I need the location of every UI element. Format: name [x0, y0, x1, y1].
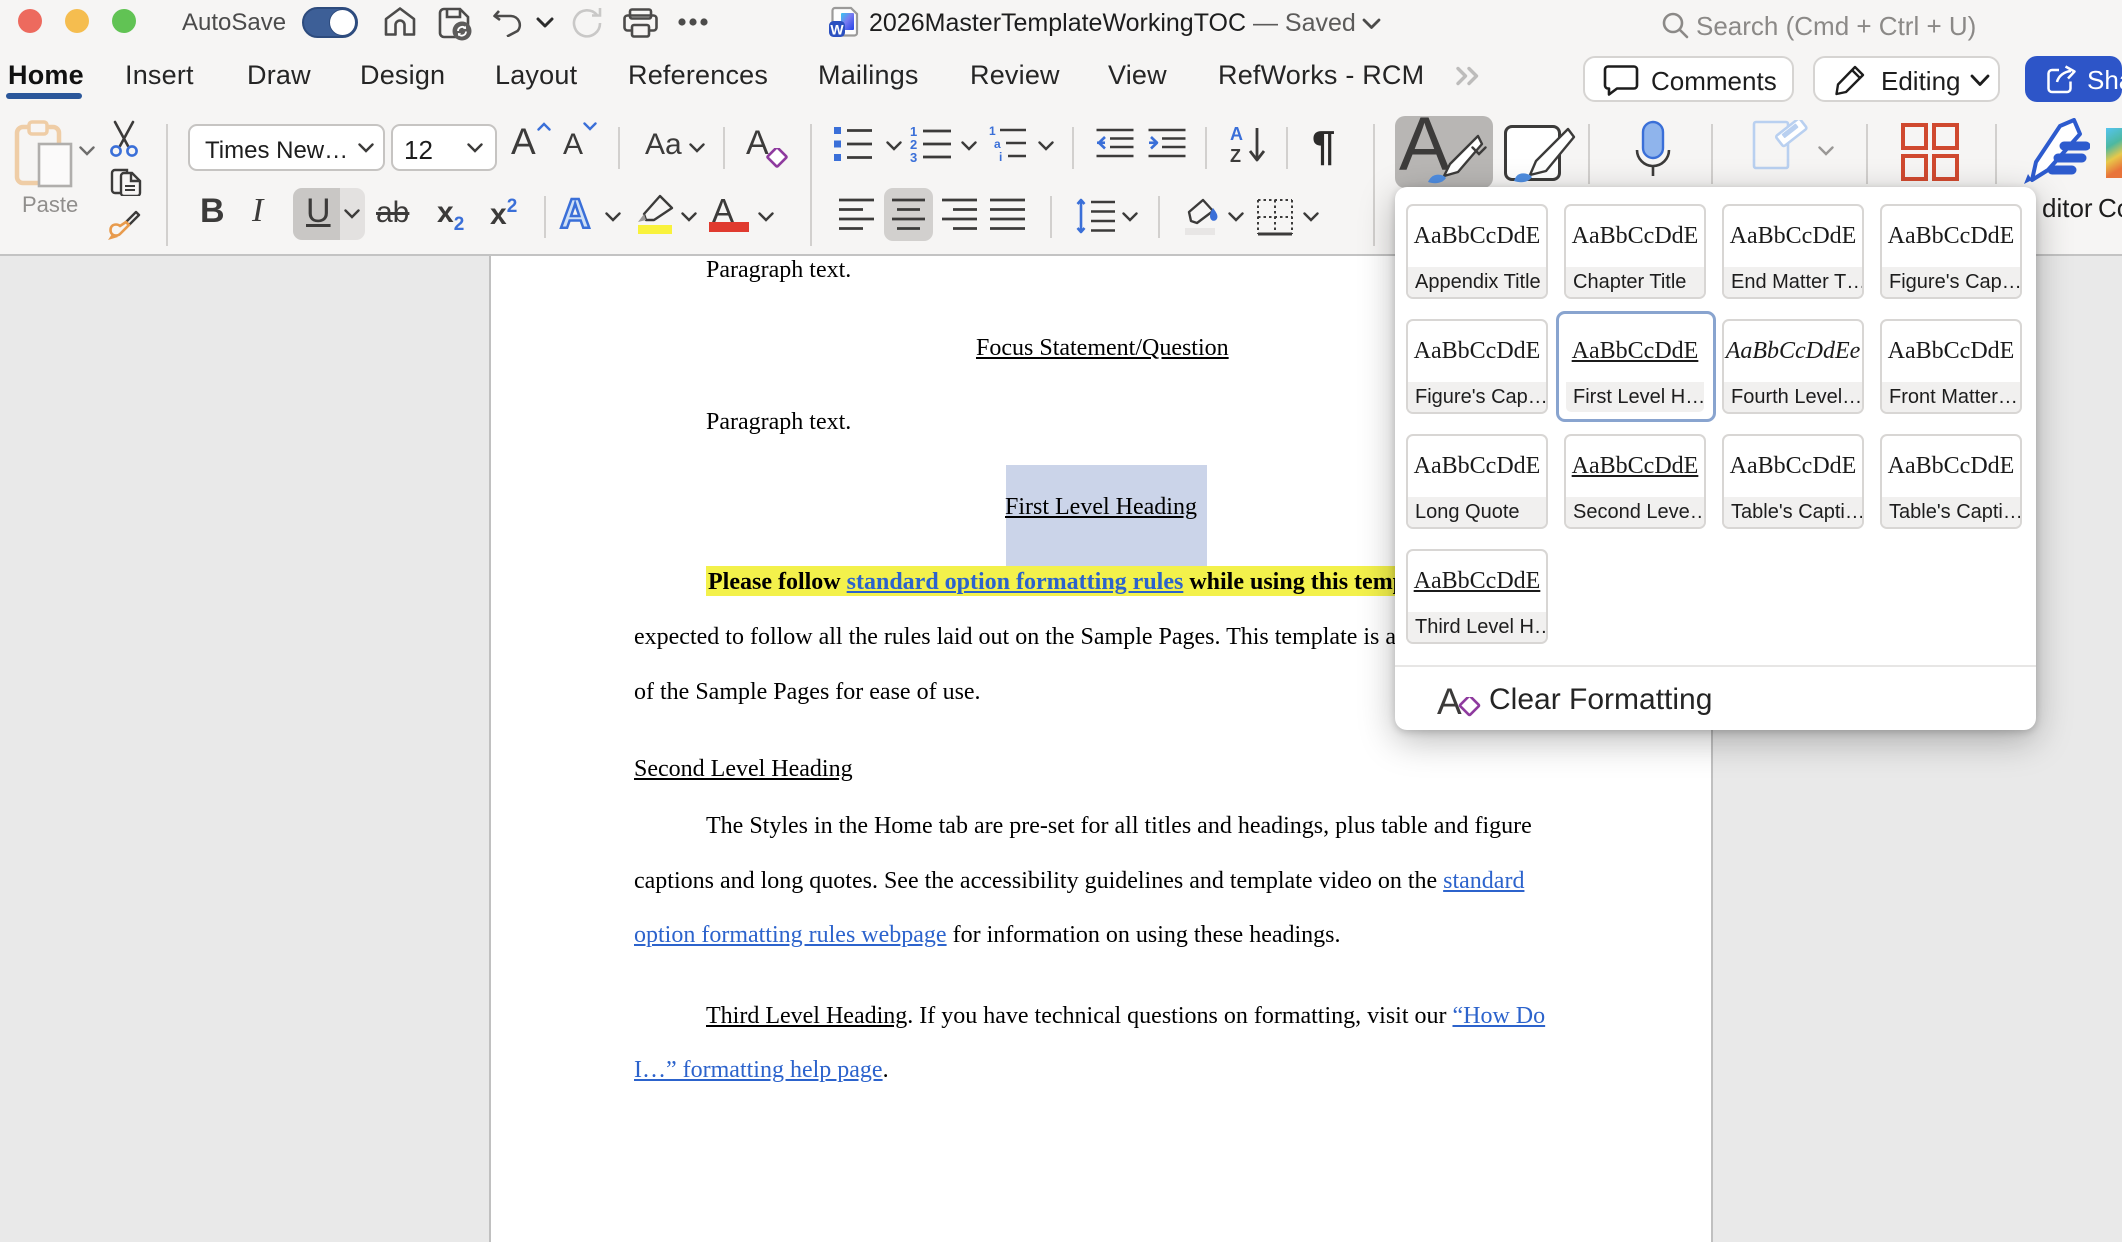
svg-text:W: W [830, 22, 844, 38]
svg-text:3: 3 [910, 150, 917, 164]
svg-text:A: A [1230, 124, 1243, 144]
svg-text:a: a [994, 137, 1001, 151]
svg-text:Z: Z [1230, 146, 1241, 166]
svg-text:1: 1 [989, 124, 996, 138]
svg-text:i: i [999, 150, 1002, 164]
